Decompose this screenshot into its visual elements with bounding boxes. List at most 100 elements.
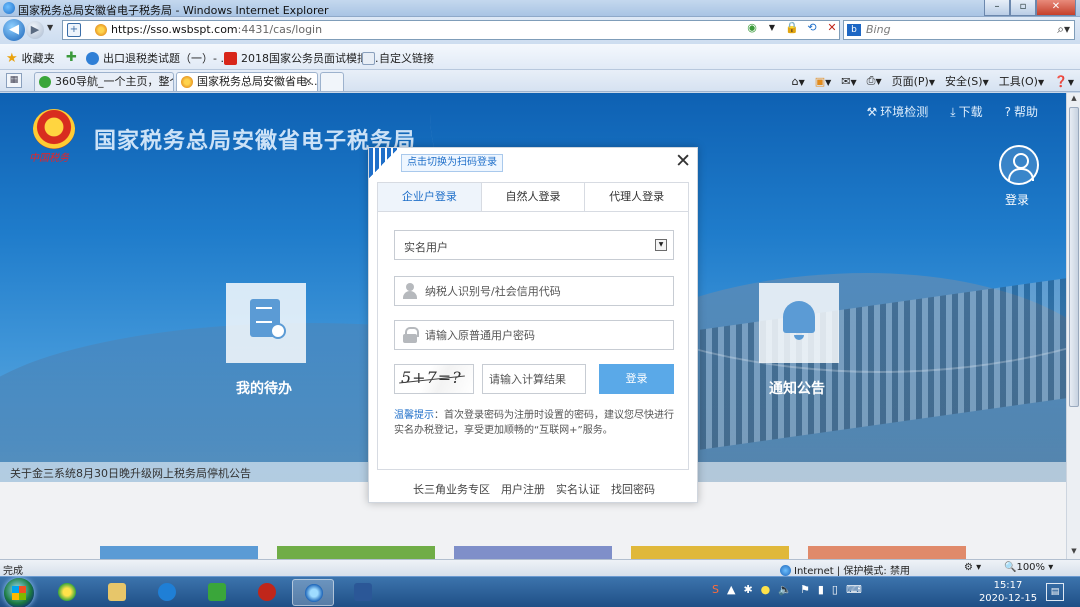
- safety-menu[interactable]: 安全(S)▼: [945, 73, 989, 89]
- favorite-link-3[interactable]: 自定义链接: [362, 50, 434, 66]
- qr-switch-tip[interactable]: 点击切换为扫码登录: [401, 154, 503, 172]
- user-avatar-icon[interactable]: [999, 145, 1039, 185]
- real-name-auth-link[interactable]: 实名认证: [556, 481, 600, 497]
- home-icon[interactable]: ⌂▼: [792, 75, 805, 88]
- user-type-select[interactable]: 实名用户 ▼: [394, 230, 674, 260]
- compat-view-icon[interactable]: +: [67, 23, 81, 37]
- stop-icon[interactable]: ✕: [824, 21, 840, 35]
- notice-label[interactable]: 通知公告: [769, 378, 825, 398]
- password-input[interactable]: [425, 325, 665, 345]
- page-menu[interactable]: 页面(P)▼: [892, 73, 935, 89]
- register-link[interactable]: 用户注册: [501, 481, 545, 497]
- service-card-3[interactable]: [454, 546, 612, 559]
- taskbar-app-ie[interactable]: [292, 579, 334, 606]
- yrd-zone-link[interactable]: 长三角业务专区: [413, 481, 490, 497]
- favorites-add-icon[interactable]: ✚: [66, 50, 77, 65]
- taskbar-app-word[interactable]: [342, 579, 384, 606]
- password-field[interactable]: [394, 320, 674, 350]
- favorite-link-1[interactable]: 出口退税类试题（一）- ...: [86, 50, 231, 66]
- battery-icon[interactable]: ▯: [832, 583, 838, 596]
- tab-tax-bureau[interactable]: 国家税务总局安徽省电... ✕: [176, 72, 318, 91]
- todo-label[interactable]: 我的待办: [236, 378, 292, 398]
- start-button[interactable]: [4, 578, 34, 607]
- vertical-scrollbar[interactable]: ▲ ▼: [1066, 93, 1080, 559]
- scroll-up-icon[interactable]: ▲: [1069, 94, 1079, 105]
- service-card-1[interactable]: [100, 546, 258, 559]
- env-check-link[interactable]: ⚒ 环境检测: [867, 103, 929, 120]
- feeds-icon[interactable]: ▣▼: [815, 75, 832, 88]
- help-link[interactable]: ? 帮助: [1005, 103, 1038, 120]
- tab-bar: ▦ 360导航_一个主页，整个... 国家税务总局安徽省电... ✕ ⌂▼ ▣▼…: [0, 70, 1080, 92]
- captcha-answer-field[interactable]: [482, 364, 586, 394]
- close-dialog-button[interactable]: ✕: [675, 150, 691, 172]
- login-submit-button[interactable]: 登录: [599, 364, 674, 394]
- user-type-value: 实名用户: [404, 241, 448, 254]
- notice-tile[interactable]: [759, 283, 839, 363]
- maximize-button[interactable]: ▫: [1010, 0, 1036, 16]
- favorite-link-2[interactable]: 2018国家公务员面试模拟...: [224, 50, 378, 66]
- show-desktop-button[interactable]: ▤: [1046, 583, 1064, 601]
- signal-icon[interactable]: ▮: [818, 583, 824, 596]
- minimize-button[interactable]: –: [984, 0, 1010, 16]
- address-dropdown-icon[interactable]: ▼: [764, 21, 780, 35]
- back-button[interactable]: ◀: [3, 19, 25, 41]
- close-tab-icon[interactable]: ✕: [304, 73, 313, 90]
- dropdown-arrow-icon[interactable]: ▼: [655, 239, 667, 251]
- refresh-icon[interactable]: ⟲: [804, 21, 820, 35]
- tip-keyword[interactable]: 温馨提示: [394, 410, 434, 421]
- captcha-image[interactable]: 5+7=?: [394, 364, 474, 394]
- taskbar-app-green[interactable]: [196, 579, 238, 606]
- taskbar-app-360[interactable]: [46, 579, 88, 606]
- forgot-password-link[interactable]: 找回密码: [611, 481, 655, 497]
- tab-enterprise-login[interactable]: 企业户登录: [378, 183, 482, 211]
- volume-icon[interactable]: 🔈: [778, 583, 792, 596]
- network-tray-icon[interactable]: ●: [761, 583, 771, 596]
- scroll-thumb[interactable]: [1069, 107, 1079, 407]
- tray-expand-icon[interactable]: ▲: [727, 583, 735, 596]
- url-text[interactable]: https://sso.wsbspt.com:4431/cas/login: [111, 23, 322, 36]
- lock-icon[interactable]: 🔒: [784, 21, 800, 35]
- news-item[interactable]: 关于金三系统8月30日晚升级网上税务局停机公告: [10, 465, 251, 481]
- protected-mode-icon[interactable]: ⚙ ▾: [964, 562, 981, 573]
- 360-favicon-icon: [39, 76, 51, 88]
- taskbar-app-flash[interactable]: [246, 579, 288, 606]
- tools-menu[interactable]: 工具(O)▼: [999, 73, 1044, 89]
- tab-agent-login[interactable]: 代理人登录: [585, 183, 689, 211]
- ime-icon[interactable]: ⌨: [846, 583, 862, 596]
- forward-button[interactable]: ▶: [26, 21, 44, 39]
- address-bar[interactable]: + https://sso.wsbspt.com:4431/cas/login: [62, 20, 840, 40]
- print-icon[interactable]: ⎙▼: [867, 74, 882, 88]
- tab-individual-login[interactable]: 自然人登录: [481, 183, 586, 211]
- todo-tile[interactable]: [226, 283, 306, 363]
- security-zone[interactable]: Internet | 保护模式: 禁用: [780, 562, 910, 577]
- scroll-down-icon[interactable]: ▼: [1069, 547, 1079, 558]
- bluetooth-icon[interactable]: ✱: [743, 583, 752, 596]
- help-icon[interactable]: ❓▼: [1054, 75, 1074, 88]
- user-login-link[interactable]: 登录: [1005, 191, 1029, 208]
- tab-360[interactable]: 360导航_一个主页，整个...: [34, 72, 174, 91]
- taskbar-app-explorer[interactable]: [96, 579, 138, 606]
- download-link[interactable]: ⤓ 下载: [950, 103, 982, 120]
- quick-tabs-icon[interactable]: ▦: [6, 73, 22, 88]
- favorites-button[interactable]: ★ 收藏夹: [6, 50, 55, 66]
- service-card-4[interactable]: [631, 546, 789, 559]
- close-window-button[interactable]: ✕: [1036, 0, 1076, 16]
- service-card-2[interactable]: [277, 546, 435, 559]
- history-dropdown-icon[interactable]: ▼: [47, 23, 53, 32]
- qrcode-icon[interactable]: [369, 148, 399, 178]
- taskbar-app-sogou[interactable]: [146, 579, 188, 606]
- search-box[interactable]: b Bing ⌕▾: [843, 20, 1075, 40]
- taxid-input[interactable]: [425, 281, 665, 301]
- compat-leaf-icon[interactable]: ◉: [744, 21, 760, 35]
- question-icon: ?: [1004, 105, 1011, 119]
- taskbar-clock[interactable]: 15:17 2020-12-15: [978, 579, 1038, 605]
- search-icon[interactable]: ⌕▾: [1057, 22, 1070, 37]
- captcha-answer-input[interactable]: [489, 369, 581, 389]
- zoom-level[interactable]: 🔍100% ▾: [1004, 562, 1053, 573]
- new-tab-button[interactable]: [320, 72, 344, 91]
- sogou-tray-icon[interactable]: S: [712, 583, 719, 596]
- taxid-field[interactable]: [394, 276, 674, 306]
- flag-icon[interactable]: ⚑: [800, 583, 810, 596]
- mail-icon[interactable]: ✉▼: [841, 75, 856, 88]
- service-card-5[interactable]: [808, 546, 966, 559]
